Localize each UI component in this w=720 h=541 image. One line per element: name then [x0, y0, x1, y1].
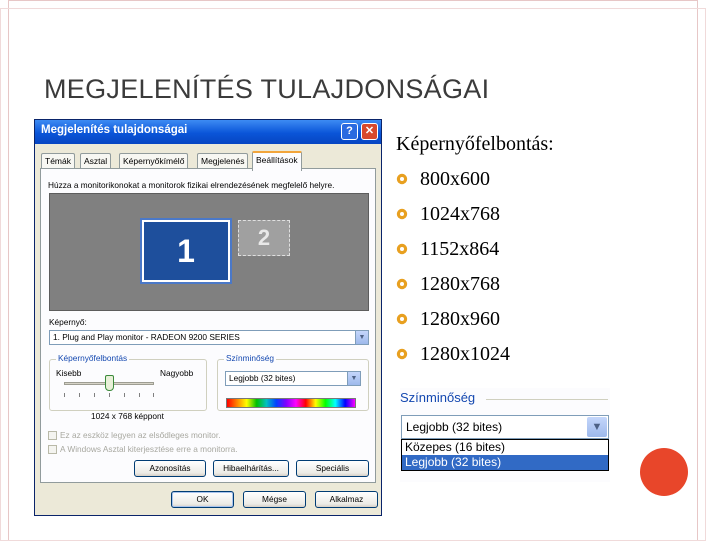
color-quality-select[interactable]: Legjobb (32 bites) ▼ [225, 371, 361, 386]
dialog-title: Megjelenítés tulajdonságai [41, 124, 188, 136]
troubleshoot-button[interactable]: Hibaelhárítás... [213, 460, 289, 477]
gear-bullet-icon [396, 243, 408, 255]
option-16-bit[interactable]: Közepes (16 bites) [402, 440, 608, 455]
tab-settings[interactable]: Beállítások [252, 151, 302, 171]
gear-bullet-icon [396, 348, 408, 360]
chevron-down-icon[interactable]: ▼ [355, 331, 368, 344]
advanced-button[interactable]: Speciális [296, 460, 369, 477]
zoom-dropdown-list: Közepes (16 bites) Legjobb (32 bites) [401, 439, 609, 471]
monitor-2-icon[interactable]: 2 [238, 220, 290, 256]
option-32-bit[interactable]: Legjobb (32 bites) [402, 455, 608, 470]
resolution-group: Képernyőfelbontás Kisebb Nagyobb [49, 353, 207, 411]
resolution-list-item-label: 1280x768 [420, 273, 500, 295]
monitor-arrangement-area: 1 2 [49, 193, 369, 311]
drag-instruction: Húzza a monitorikonokat a monitorok fizi… [48, 180, 335, 190]
display-label: Képernyő: [49, 317, 87, 327]
resolution-list-heading: Képernyőfelbontás: [396, 133, 554, 155]
display-properties-dialog: Megjelenítés tulajdonságai ? ✕ Témák Asz… [34, 119, 382, 516]
display-select[interactable]: 1. Plug and Play monitor - RADEON 9200 S… [49, 330, 369, 345]
extend-desktop-checkbox[interactable] [48, 445, 57, 454]
dialog-titlebar[interactable]: Megjelenítés tulajdonságai ? ✕ [35, 120, 381, 144]
apply-button[interactable]: Alkalmaz [315, 491, 378, 508]
help-button[interactable]: ? [341, 123, 358, 140]
resolution-list-item-label: 1280x1024 [420, 343, 510, 365]
tab-appearance[interactable]: Megjelenés [197, 153, 249, 169]
extend-desktop-label: A Windows Asztal kiterjesztése erre a mo… [60, 444, 238, 454]
gear-bullet-icon [396, 313, 408, 325]
resolution-list-item-label: 800x600 [420, 168, 490, 190]
primary-monitor-label: Ez az eszköz legyen az elsődleges monito… [60, 430, 221, 440]
close-button[interactable]: ✕ [361, 123, 378, 140]
resolution-list-item-label: 1152x864 [420, 238, 500, 260]
resolution-group-title: Képernyőfelbontás [56, 353, 130, 363]
color-quality-group: Színminőség Legjobb (32 bites) ▼ [217, 353, 369, 411]
color-quality-zoom: Színminőség Legjobb (32 bites) ▼ Közepes… [400, 388, 610, 482]
settings-panel: Húzza a monitorikonokat a monitorok fizi… [40, 168, 376, 483]
monitor-1-icon[interactable]: 1 [140, 218, 232, 284]
slide-title: MEGJELENÍTÉS TULAJDONSÁGAI [44, 74, 490, 104]
color-palette-bar [226, 398, 356, 408]
color-quality-value: Legjobb (32 bites) [229, 373, 296, 383]
ok-button[interactable]: OK [171, 491, 234, 508]
gear-bullet-icon [396, 173, 408, 185]
display-select-value: 1. Plug and Play monitor - RADEON 9200 S… [53, 332, 240, 342]
resolution-value: 1024 x 768 képpont [91, 411, 164, 421]
accent-circle [640, 448, 688, 496]
zoom-title: Színminőség [400, 390, 476, 405]
resolution-slider-thumb[interactable] [105, 375, 114, 391]
cancel-button[interactable]: Mégse [243, 491, 306, 508]
tab-themes[interactable]: Témák [41, 153, 75, 169]
chevron-down-icon[interactable]: ▼ [347, 372, 360, 385]
resolution-more-label: Nagyobb [160, 368, 194, 378]
gear-bullet-icon [396, 278, 408, 290]
gear-bullet-icon [396, 208, 408, 220]
identify-button[interactable]: Azonosítás [134, 460, 206, 477]
color-quality-title: Színminőség [224, 353, 276, 363]
slider-ticks [64, 393, 154, 397]
tab-screensaver[interactable]: Képernyőkímélő [119, 153, 189, 169]
primary-monitor-checkbox[interactable] [48, 431, 57, 440]
tab-desktop[interactable]: Asztal [80, 153, 112, 169]
zoom-color-select[interactable]: Legjobb (32 bites) ▼ [401, 415, 609, 439]
resolution-less-label: Kisebb [56, 368, 82, 378]
resolution-list-item-label: 1024x768 [420, 203, 500, 225]
zoom-divider [486, 399, 608, 400]
resolution-list-item-label: 1280x960 [420, 308, 500, 330]
zoom-selected-value: Legjobb (32 bites) [406, 420, 503, 434]
chevron-down-icon[interactable]: ▼ [587, 417, 607, 437]
